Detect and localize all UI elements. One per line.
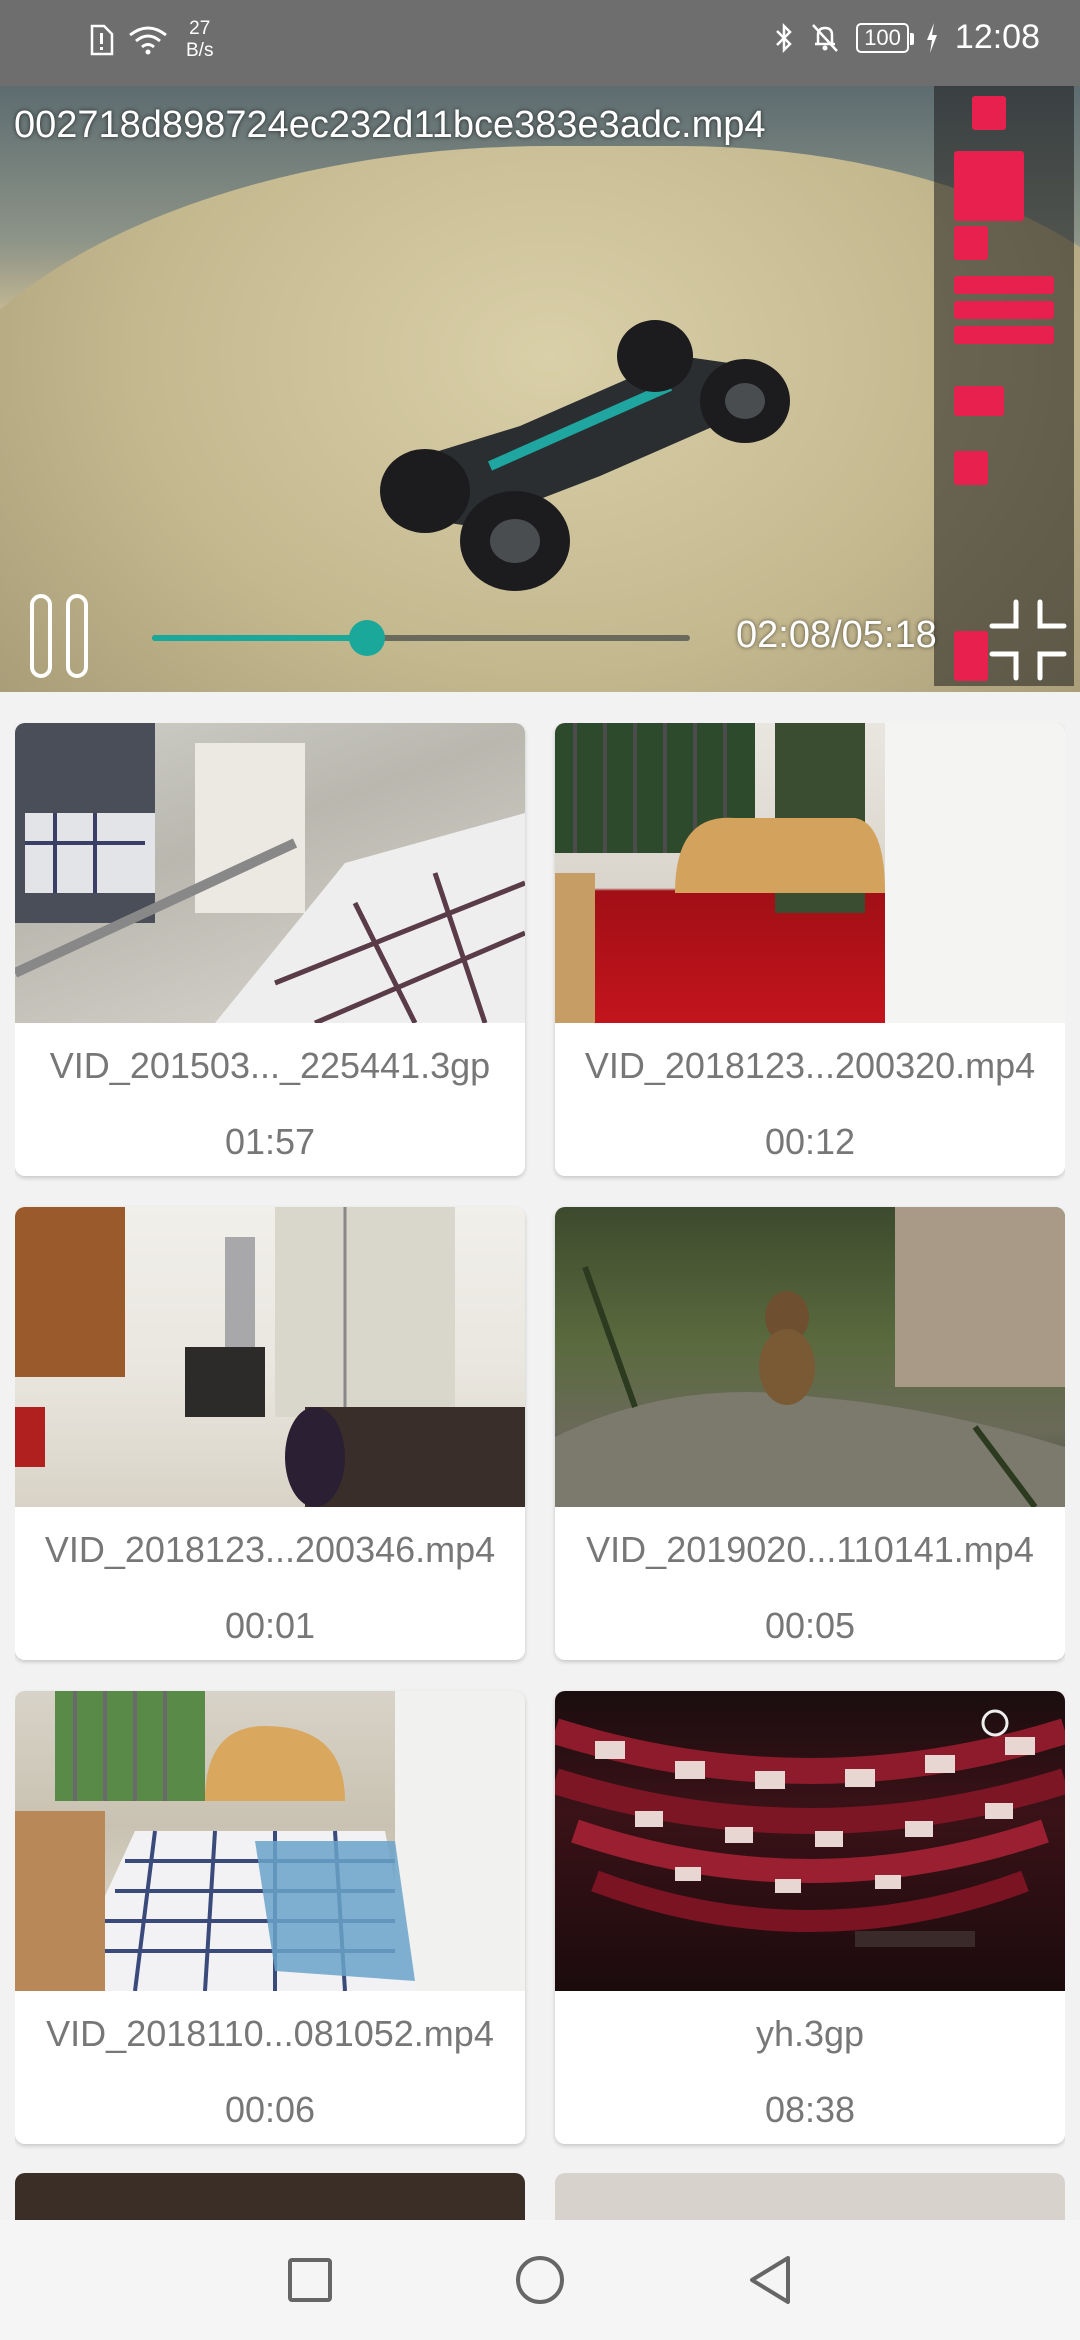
mute-bell-icon (810, 22, 840, 54)
video-duration: 00:06 (224, 2089, 316, 2130)
home-button[interactable] (512, 2252, 568, 2308)
fullscreen-exit-icon (989, 599, 1067, 681)
fullscreen-exit-button[interactable] (986, 598, 1070, 682)
video-card-partial[interactable] (555, 2173, 1065, 2220)
pause-icon-bar (66, 594, 88, 678)
recents-button[interactable] (282, 2252, 338, 2308)
video-card[interactable]: VID_201503..._225441.3gp 01:57 (15, 723, 525, 1176)
video-thumbnail (555, 1207, 1065, 1507)
seek-bar[interactable] (152, 620, 690, 656)
charging-bolt-icon (925, 22, 939, 53)
system-nav-bar (0, 2220, 1080, 2340)
status-bar: 27 B/s 100 12:08 (0, 0, 1080, 86)
pause-icon (30, 594, 52, 678)
video-duration: 08:38 (764, 2089, 856, 2130)
video-title: 002718d898724ec232d11bce383e3adc.mp4 (14, 104, 766, 146)
clock: 12:08 (954, 18, 1040, 56)
network-speed-value: 27 (189, 18, 211, 39)
network-speed-unit: B/s (186, 40, 214, 61)
video-name: VID_201503..._225441.3gp (49, 1045, 491, 1086)
video-name: yh.3gp (755, 2013, 865, 2054)
wifi-icon (128, 25, 168, 55)
video-frame-car (380, 320, 790, 591)
bluetooth-icon (774, 22, 794, 54)
back-triangle-icon (750, 2256, 790, 2304)
video-card[interactable]: VID_2019020...110141.mp4 00:05 (555, 1207, 1065, 1660)
pause-button[interactable] (30, 594, 90, 678)
video-duration: 01:57 (224, 1121, 316, 1162)
network-speed: 27 B/s (186, 18, 213, 62)
video-frame-game-hud (934, 86, 1074, 686)
video-thumbnail (15, 723, 525, 1023)
home-circle-icon (516, 2256, 564, 2304)
video-card[interactable]: yh.3gp 08:38 (555, 1691, 1065, 2144)
sim-alert-icon (88, 24, 114, 56)
video-card-partial[interactable] (15, 2173, 525, 2220)
video-card[interactable]: VID_2018123...200320.mp4 00:12 (555, 723, 1065, 1176)
battery-indicator: 100 (856, 22, 914, 53)
video-grid: VID_201503..._225441.3gp 01:57 VID_20181… (15, 723, 1065, 2220)
video-thumbnail (15, 1691, 525, 1991)
video-card[interactable]: VID_2018110...081052.mp4 00:06 (15, 1691, 525, 2144)
video-name: VID_2019020...110141.mp4 (586, 1529, 1034, 1570)
recents-square-icon (288, 2258, 332, 2302)
video-duration: 00:12 (764, 1121, 856, 1162)
playback-time: 02:08/05:18 (736, 614, 937, 656)
video-thumbnail (15, 1207, 525, 1507)
video-name: VID_2018123...200346.mp4 (44, 1529, 496, 1570)
video-name: VID_2018110...081052.mp4 (46, 2013, 494, 2054)
seek-bar-thumb[interactable] (349, 620, 386, 656)
seek-bar-progress (152, 635, 368, 641)
video-thumbnail (555, 1691, 1065, 1991)
video-thumbnail (555, 723, 1065, 1023)
video-player[interactable]: 002718d898724ec232d11bce383e3adc.mp4 02:… (0, 86, 1080, 692)
video-duration: 00:05 (764, 1605, 856, 1646)
video-duration: 00:01 (224, 1605, 316, 1646)
back-button[interactable] (742, 2252, 798, 2308)
video-card[interactable]: VID_2018123...200346.mp4 00:01 (15, 1207, 525, 1660)
video-name: VID_2018123...200320.mp4 (584, 1045, 1036, 1086)
